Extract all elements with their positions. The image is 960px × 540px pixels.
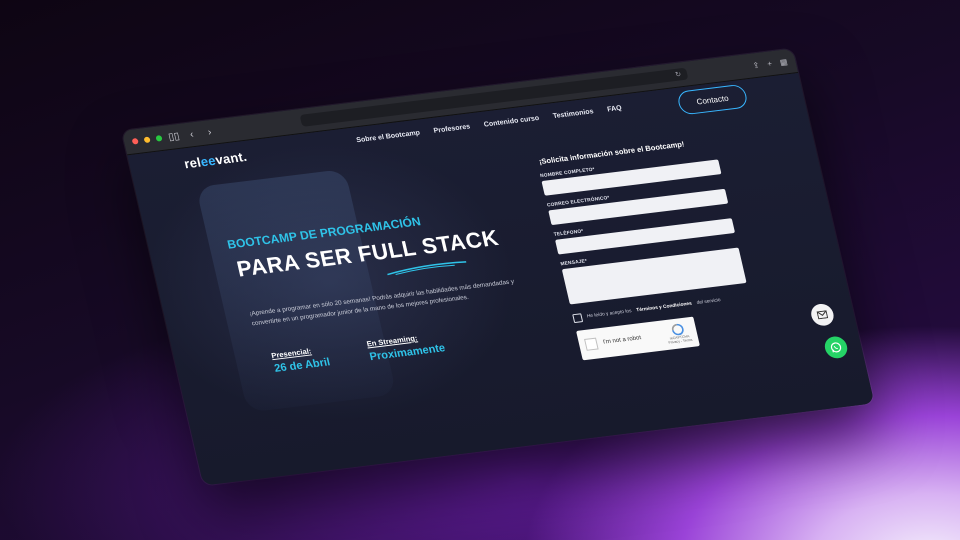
terms-suffix: del servicio [696,298,722,306]
back-icon[interactable]: ‹ [185,128,199,140]
sidebar-icon[interactable]: ▯▯ [167,130,181,142]
logo[interactable]: releevant. [183,149,249,171]
nav-link-profesores[interactable]: Profesores [433,123,471,134]
grid-icon[interactable]: ▦ [779,57,789,67]
contacto-button[interactable]: Contacto [676,83,749,116]
stage: ▯▯ ‹ › ↻ ⇪ + ▦ releevant. Sobre el Bootc… [0,0,960,540]
terms-prefix: He leído y acepto los [586,309,633,320]
terms-checkbox[interactable] [572,313,584,324]
background-phone-image [195,168,397,413]
info-request-form: ¡Solicita información sobre el Bootcamp!… [536,133,781,361]
close-window-button[interactable] [131,137,139,145]
mail-icon[interactable] [808,302,836,327]
browser-actions: ⇪ + ▦ [752,57,789,70]
minimize-window-button[interactable] [143,136,151,144]
nav-link-contenido[interactable]: Contenido curso [483,115,540,129]
recaptcha-text: I'm not a robot [602,335,642,346]
recaptcha-widget: I'm not a robot reCAPTCHA Privacy - Term… [576,316,700,361]
nav-link-testimonios[interactable]: Testimonios [552,108,594,120]
recaptcha-logo: reCAPTCHA Privacy - Terms [664,322,693,345]
plus-icon[interactable]: + [766,59,773,68]
nav-link-sobre[interactable]: Sobre el Bootcamp [356,130,421,145]
whatsapp-icon[interactable] [822,335,850,360]
maximize-window-button[interactable] [155,135,163,142]
nav-link-faq[interactable]: FAQ [607,105,623,114]
browser-window: ▯▯ ‹ › ↻ ⇪ + ▦ releevant. Sobre el Bootc… [121,48,875,486]
forward-icon[interactable]: › [202,126,216,138]
share-icon[interactable]: ⇪ [752,60,761,70]
terms-link[interactable]: Términos y Condiciones [636,302,692,314]
logo-right: vant. [213,148,249,168]
recaptcha-checkbox[interactable] [584,337,599,351]
reload-icon[interactable]: ↻ [674,70,682,79]
